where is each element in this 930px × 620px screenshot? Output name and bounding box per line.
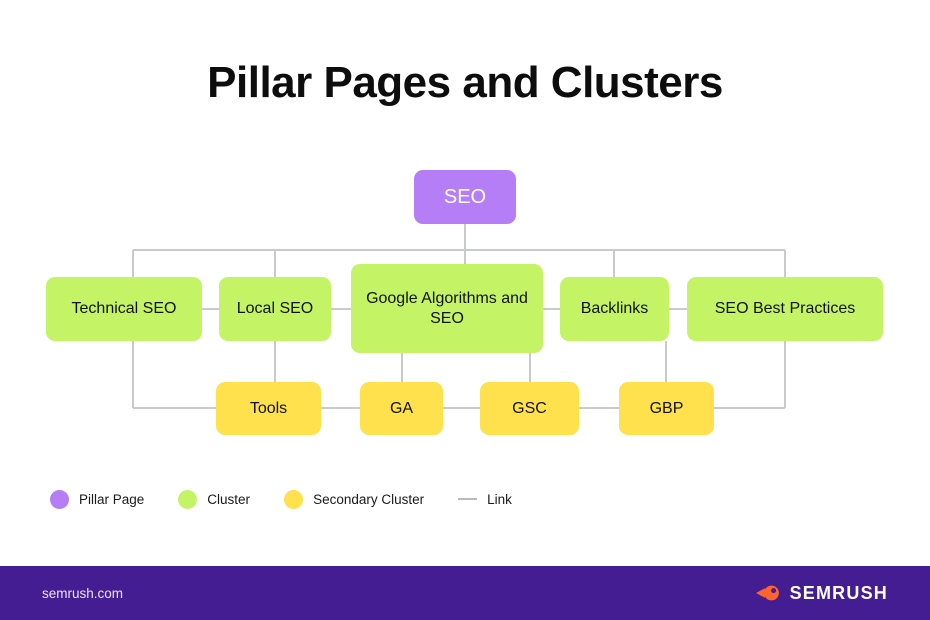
- legend-dot-icon: [50, 489, 69, 509]
- node-label: GA: [389, 399, 414, 417]
- node-secondary-gsc[interactable]: GSC: [480, 382, 579, 435]
- legend-item-link: Link: [458, 492, 512, 507]
- node-label: SEO Best Practices: [714, 300, 856, 317]
- node-label: Google Algorithms and SEO: [366, 289, 528, 327]
- node-secondary-tools[interactable]: Tools: [216, 382, 321, 435]
- legend-label: Secondary Cluster: [313, 491, 425, 507]
- node-label: Tools: [249, 399, 288, 417]
- semrush-wordmark: SEMRUSH: [789, 582, 888, 603]
- node-label: GSC: [512, 399, 547, 417]
- node-cluster-local-seo[interactable]: Local SEO: [219, 277, 331, 341]
- node-label: Technical SEO: [71, 300, 177, 317]
- semrush-comet-icon: [755, 585, 779, 601]
- legend-label: Cluster: [207, 491, 251, 507]
- node-label: Local SEO: [236, 300, 314, 317]
- infographic-canvas: Pillar Pages and Clusters SEO Technical …: [0, 0, 930, 620]
- node-secondary-ga[interactable]: GA: [360, 382, 443, 435]
- node-label: SEO: [443, 186, 487, 208]
- legend-item-cluster: Cluster: [178, 489, 251, 509]
- legend-line-icon: [458, 498, 478, 500]
- node-label: GBP: [649, 399, 684, 417]
- node-cluster-seo-best-practices[interactable]: SEO Best Practices: [687, 277, 883, 341]
- footer-bar: semrush.com SEMRUSH: [0, 566, 930, 620]
- node-label: Backlinks: [580, 300, 649, 317]
- legend-dot-icon: [284, 489, 304, 509]
- semrush-logo: SEMRUSH: [755, 583, 888, 604]
- legend-label: Pillar Page: [79, 491, 145, 507]
- legend-label: Link: [487, 491, 512, 507]
- pillar-cluster-diagram: SEO Technical SEO Local SEO Google Algor…: [0, 0, 930, 560]
- legend-item-pillar-page: Pillar Page: [50, 489, 145, 509]
- node-pillar-seo[interactable]: SEO: [414, 170, 516, 224]
- footer-url: semrush.com: [42, 585, 124, 601]
- node-cluster-google-algorithms-and-seo[interactable]: Google Algorithms and SEO: [351, 264, 543, 353]
- node-cluster-backlinks[interactable]: Backlinks: [560, 277, 669, 341]
- legend-item-secondary-cluster: Secondary Cluster: [284, 489, 425, 509]
- node-cluster-technical-seo[interactable]: Technical SEO: [46, 277, 202, 341]
- node-secondary-gbp[interactable]: GBP: [619, 382, 714, 435]
- legend-dot-icon: [178, 489, 198, 509]
- legend: Pillar Page Cluster Secondary Cluster Li…: [50, 486, 546, 512]
